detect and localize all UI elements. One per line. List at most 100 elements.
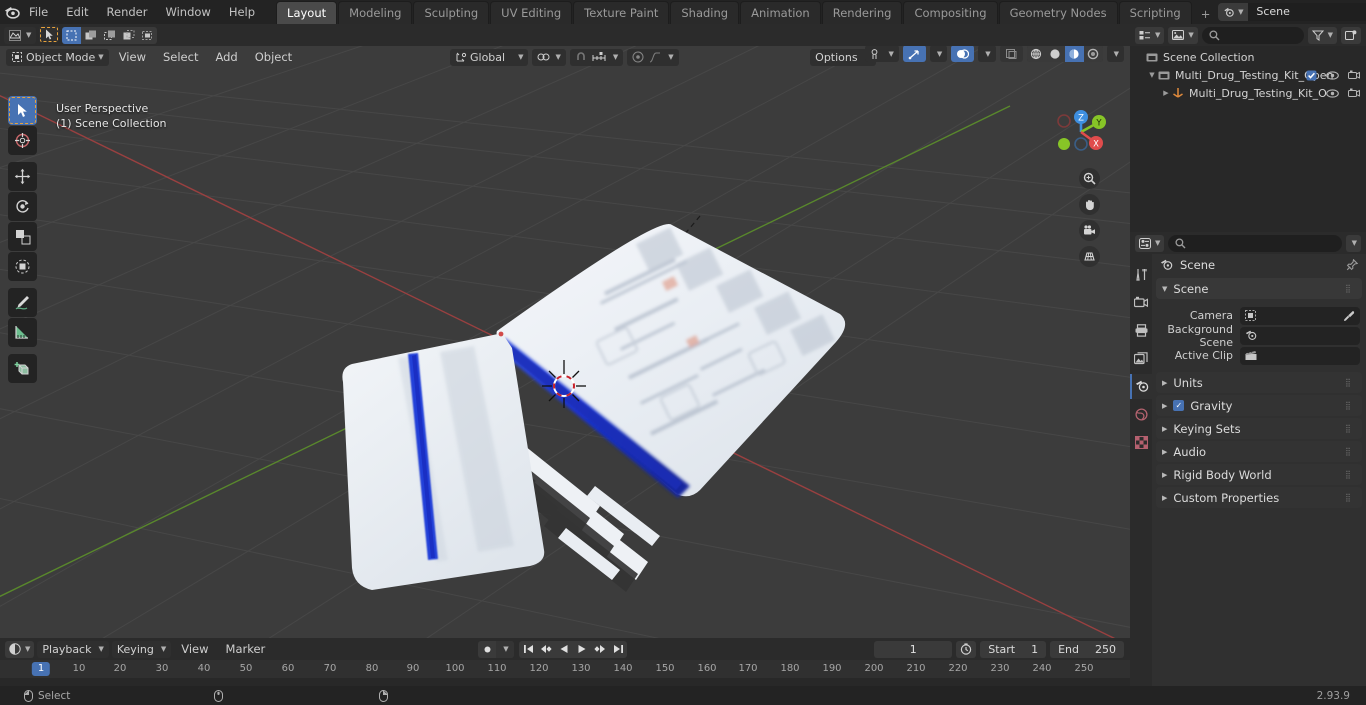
shading-mode-buttons[interactable]: [1026, 45, 1103, 62]
drag-handle-icon[interactable]: ⣿: [1345, 425, 1356, 433]
move-tool[interactable]: [8, 162, 37, 191]
jump-to-start-icon[interactable]: [519, 641, 537, 658]
timeline-ruler[interactable]: 1 10 20 30 40 50 60 70 80 90 100 110 120…: [0, 660, 1130, 678]
panel-custom-properties[interactable]: ▶ Custom Properties ⣿: [1156, 487, 1362, 508]
properties-editor-type-dropdown[interactable]: ▼: [1135, 234, 1165, 252]
panel-gravity[interactable]: ▶ ✓ Gravity ⣿: [1156, 395, 1362, 416]
properties-editor[interactable]: ▼ ▼ Scene ▼ Scene ⣿ Camera Background Sc…: [1130, 232, 1366, 686]
camera-render-icon[interactable]: [1348, 70, 1360, 80]
workspace-tab-uv-editing[interactable]: UV Editing: [490, 1, 573, 25]
snapping-group[interactable]: ▼: [569, 48, 624, 66]
pan-hand-icon[interactable]: [1079, 194, 1100, 215]
active-clip-field[interactable]: [1240, 346, 1360, 365]
playhead[interactable]: 1: [31, 662, 51, 676]
properties-tab-texture[interactable]: [1130, 430, 1152, 455]
add-cube-tool[interactable]: [8, 354, 37, 383]
jump-to-keyframe-prev-icon[interactable]: [537, 641, 555, 658]
timeline-menu-marker[interactable]: Marker: [219, 641, 273, 658]
gravity-checkbox[interactable]: ✓: [1173, 400, 1185, 411]
camera-view-icon[interactable]: [1079, 220, 1100, 241]
jump-to-end-icon[interactable]: [609, 641, 627, 658]
annotate-tool[interactable]: [8, 288, 37, 317]
3d-viewport[interactable]: ▼ User Perspective (1) Scene Collection …: [0, 24, 1130, 638]
eye-visibility-icon[interactable]: [1326, 70, 1339, 80]
gizmo-toggle-button[interactable]: [902, 45, 926, 62]
outliner-row-object[interactable]: ▶ Multi_Drug_Testing_Kit_O: [1130, 84, 1366, 102]
solid-shading-icon[interactable]: [1045, 45, 1065, 62]
record-keyframes-icon[interactable]: [478, 641, 496, 658]
viewport-canvas[interactable]: User Perspective (1) Scene Collection Ob…: [0, 45, 1130, 638]
outliner-filter-id-dropdown[interactable]: ▼: [1168, 26, 1198, 44]
properties-options-dropdown[interactable]: ▼: [1345, 234, 1361, 252]
select-extend-icon[interactable]: [81, 26, 101, 44]
panel-scene[interactable]: ▼ Scene ⣿: [1156, 278, 1362, 299]
playback-dropdown[interactable]: Playback ▼: [37, 640, 109, 658]
panel-audio[interactable]: ▶ Audio ⣿: [1156, 441, 1362, 462]
menu-render[interactable]: Render: [98, 2, 157, 22]
camera-field[interactable]: [1240, 306, 1360, 325]
outliner-row-collection[interactable]: ▼ Multi_Drug_Testing_Kit_Open: [1130, 66, 1366, 84]
disclosure-triangle-icon[interactable]: ▶: [1160, 89, 1172, 97]
eye-visibility-icon[interactable]: [1326, 88, 1339, 98]
current-frame-field[interactable]: 1: [874, 640, 953, 658]
properties-tab-scene[interactable]: [1130, 374, 1152, 399]
gizmo-options-dropdown[interactable]: ▼: [929, 45, 948, 62]
drag-handle-icon[interactable]: ⣿: [1345, 494, 1356, 502]
rendered-shading-icon[interactable]: [1083, 45, 1103, 62]
workspace-tab-rendering[interactable]: Rendering: [821, 1, 903, 25]
select-intersect-icon[interactable]: [138, 26, 158, 44]
viewport-menu-select[interactable]: Select: [156, 49, 205, 66]
frame-range-end[interactable]: End 250: [1050, 640, 1124, 658]
properties-tab-tool[interactable]: [1130, 262, 1152, 287]
timeline-track-area[interactable]: [0, 678, 1130, 686]
panel-units[interactable]: ▶ Units ⣿: [1156, 372, 1362, 393]
viewport-menu-view[interactable]: View: [112, 49, 153, 66]
timeline-editor-type-dropdown[interactable]: ▼: [5, 640, 35, 658]
object-types-visibility-button[interactable]: ▼: [865, 45, 899, 62]
measure-tool[interactable]: [8, 318, 37, 347]
frame-range-start[interactable]: Start 1: [980, 640, 1047, 658]
timeline-editor[interactable]: ▼ Playback ▼ Keying ▼ View Marker ▼ 1 St…: [0, 638, 1130, 686]
pin-icon[interactable]: [1346, 259, 1358, 271]
auto-keying-button[interactable]: [956, 640, 977, 658]
wireframe-shading-icon[interactable]: [1026, 45, 1046, 62]
tweak-select-box-tool[interactable]: [8, 96, 37, 125]
scene-selector[interactable]: ▼ Scene ✕: [1218, 3, 1366, 21]
outliner-display-mode-dropdown[interactable]: ▼: [1135, 26, 1165, 44]
select-difference-icon[interactable]: [119, 26, 139, 44]
outliner-search-input[interactable]: [1201, 26, 1304, 44]
new-collection-button[interactable]: [1341, 26, 1361, 44]
jump-to-keyframe-next-icon[interactable]: [591, 641, 609, 658]
shading-options-dropdown[interactable]: ▼: [1106, 45, 1124, 62]
eyedropper-icon[interactable]: [1343, 310, 1355, 322]
add-workspace-button[interactable]: +: [1193, 2, 1219, 25]
workspace-tab-modeling[interactable]: Modeling: [338, 1, 413, 25]
menu-help[interactable]: Help: [220, 2, 264, 22]
pivot-point-dropdown[interactable]: ▼: [532, 48, 566, 66]
start-value[interactable]: 1: [1023, 641, 1046, 658]
viewport-menu-add[interactable]: Add: [208, 49, 244, 66]
chevron-down-icon[interactable]: ▼: [496, 640, 514, 658]
properties-tab-view-layer[interactable]: [1130, 346, 1152, 371]
keying-dropdown[interactable]: Keying ▼: [111, 640, 172, 658]
select-mode-buttons[interactable]: [62, 26, 158, 44]
transform-orientation-dropdown[interactable]: Global ▼: [450, 48, 529, 66]
drag-handle-icon[interactable]: ⣿: [1345, 471, 1356, 479]
panel-keying-sets[interactable]: ▶ Keying Sets ⣿: [1156, 418, 1362, 439]
record-keyframes-group[interactable]: ▼: [478, 640, 514, 658]
transform-tool[interactable]: [8, 252, 37, 281]
outliner-filter-dropdown[interactable]: ▼: [1307, 26, 1337, 44]
play-icon[interactable]: [573, 641, 591, 658]
blender-logo-icon[interactable]: [4, 1, 20, 23]
toggle-perspective-icon[interactable]: [1079, 246, 1100, 267]
outliner-editor[interactable]: ▼ ▼ ▼ Scene Collection ▼ Multi_Drug_Test…: [1130, 24, 1366, 232]
play-reverse-icon[interactable]: [555, 641, 573, 658]
background-scene-field[interactable]: [1240, 326, 1360, 345]
viewport-menu-object[interactable]: Object: [248, 49, 299, 66]
menu-file[interactable]: File: [20, 2, 57, 22]
transport-controls[interactable]: [519, 640, 627, 658]
workspace-tab-layout[interactable]: Layout: [276, 1, 338, 25]
select-box-icon[interactable]: [62, 26, 82, 44]
workspace-tab-sculpting[interactable]: Sculpting: [413, 1, 490, 25]
outliner-row-scene-collection[interactable]: Scene Collection: [1130, 48, 1366, 66]
